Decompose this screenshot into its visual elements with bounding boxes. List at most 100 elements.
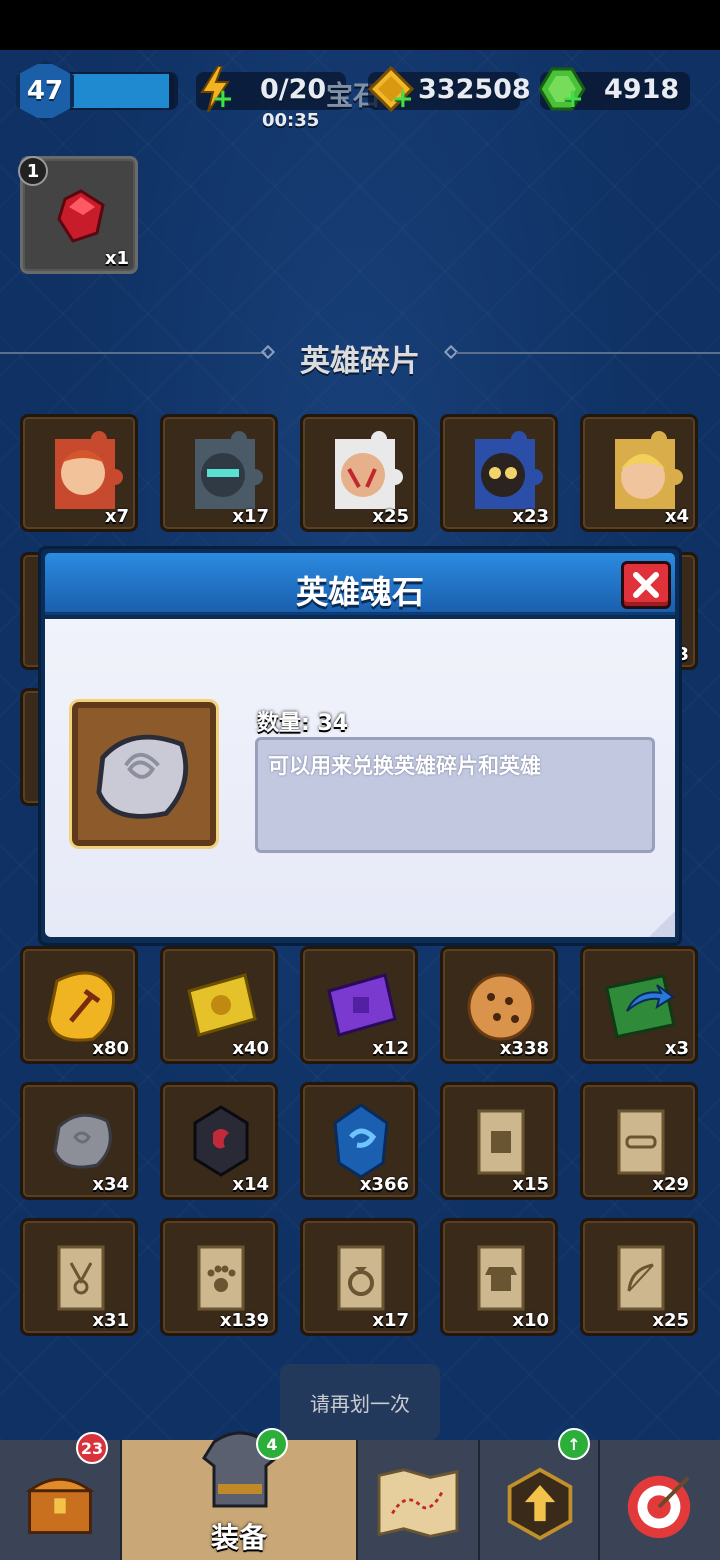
hero-shard-slot[interactable]: x17 [160, 414, 278, 532]
status-bar [0, 0, 720, 50]
hero-shard-warrior-icon [335, 431, 403, 509]
item-quantity: x80 [92, 1038, 129, 1059]
equipment-badge: 4 [256, 1428, 288, 1460]
material-slot[interactable]: x15 [440, 1082, 558, 1200]
material-slot[interactable]: x29 [580, 1082, 698, 1200]
hero-shard-elf-icon [615, 431, 683, 509]
scroll-paw-icon [197, 1245, 245, 1311]
item-quantity: x29 [652, 1174, 689, 1195]
item-quantity: x40 [232, 1038, 269, 1059]
section-title-hero-shards: 英雄碎片 [300, 344, 420, 379]
target-icon [627, 1475, 691, 1539]
dark-soulstone-icon [193, 1105, 249, 1177]
divider-right [456, 352, 720, 354]
hero-shard-slot[interactable]: x25 [300, 414, 418, 532]
material-slot[interactable]: x17 [300, 1218, 418, 1336]
close-button[interactable] [621, 561, 671, 609]
tab-equipment-label: 装备 [210, 1521, 267, 1554]
gold-amount: 332508 [418, 74, 531, 105]
energy-plus-icon[interactable]: + [212, 84, 234, 114]
hero-shard-slot[interactable]: x23 [440, 414, 558, 532]
item-preview-frame [69, 699, 219, 849]
material-slot[interactable]: x3 [580, 946, 698, 1064]
item-quantity: x15 [512, 1174, 549, 1195]
material-slot[interactable]: x366 [300, 1082, 418, 1200]
item-detail-dialog: 英雄魂石 数量: 34 可以用来兑换英雄碎片和英雄 [38, 546, 682, 946]
red-gem-icon [57, 189, 105, 243]
level-number: 47 [26, 76, 64, 106]
upgrade-badge-icon: ↑ [558, 1428, 590, 1460]
material-slot[interactable]: x31 [20, 1218, 138, 1336]
hero-shard-knight-icon [195, 431, 263, 509]
scroll-ring-icon [337, 1245, 385, 1311]
scroll-necklace-icon [57, 1245, 105, 1311]
material-slot[interactable]: x338 [440, 946, 558, 1064]
item-quantity: x4 [664, 506, 689, 527]
material-slot[interactable]: x12 [300, 946, 418, 1064]
blue-crystal-icon [333, 1103, 389, 1179]
toast-text: 请再划一次 [310, 1391, 410, 1416]
tab-challenge[interactable] [600, 1440, 720, 1560]
corner-fold [649, 911, 675, 937]
scroll-book-icon [477, 1109, 525, 1175]
upgrade-arrow-icon [507, 1467, 573, 1541]
hero-shard-slot[interactable]: x4 [580, 414, 698, 532]
scroll-belt-icon [617, 1109, 665, 1175]
item-quantity: x23 [512, 506, 549, 527]
gold-ticket-icon [187, 973, 257, 1037]
dialog-header: 英雄魂石 [45, 553, 675, 615]
tab-map[interactable] [358, 1440, 480, 1560]
dialog-title: 英雄魂石 [295, 573, 424, 611]
xp-bar [70, 74, 174, 108]
item-quantity: x25 [372, 506, 409, 527]
material-slot[interactable]: x40 [160, 946, 278, 1064]
item-quantity: x338 [499, 1038, 549, 1059]
hero-shard-red-icon [55, 431, 123, 509]
purple-ticket-icon [327, 973, 397, 1037]
item-quantity: x12 [372, 1038, 409, 1059]
scroll-bow-icon [617, 1245, 665, 1311]
tab-upgrade[interactable] [480, 1440, 600, 1560]
gold-plus-icon[interactable]: + [392, 84, 414, 114]
hero-soulstone-icon [96, 734, 189, 819]
gold-hammer-stone-icon [47, 971, 116, 1042]
cookie-icon [467, 973, 535, 1041]
item-quantity: x31 [92, 1310, 129, 1331]
toast-message: 请再划一次 [280, 1364, 440, 1440]
item-quantity: x3 [664, 1038, 689, 1059]
material-slot[interactable]: x25 [580, 1218, 698, 1336]
material-slot[interactable]: x14 [160, 1082, 278, 1200]
material-slot[interactable]: x80 [20, 946, 138, 1064]
material-slot[interactable]: x10 [440, 1218, 558, 1336]
gem-amount: 4918 [604, 74, 680, 105]
item-quantity: x14 [232, 1174, 269, 1195]
hero-shard-slot[interactable]: x7 [20, 414, 138, 532]
item-quantity: x7 [104, 506, 129, 527]
bottom-nav: 23 装备 4 ↑ [0, 1428, 720, 1560]
dialog-body: 数量: 34 可以用来兑换英雄碎片和英雄 [45, 619, 675, 937]
material-slot[interactable]: x34 [20, 1082, 138, 1200]
material-slot[interactable]: x139 [160, 1218, 278, 1336]
item-quantity: x17 [372, 1310, 409, 1331]
item-description: 可以用来兑换英雄碎片和英雄 [268, 754, 541, 778]
energy-count: 0/20 [260, 74, 327, 105]
quantity-label: 数量: 34 [257, 711, 349, 736]
description-box: 可以用来兑换英雄碎片和英雄 [255, 737, 655, 853]
item-quantity: x10 [512, 1310, 549, 1331]
item-quantity: x366 [359, 1174, 409, 1195]
item-quantity: x1 [104, 248, 129, 269]
item-quantity: x25 [652, 1310, 689, 1331]
item-quantity: x34 [92, 1174, 129, 1195]
item-quantity: x139 [219, 1310, 269, 1331]
reset-card-icon [604, 973, 676, 1039]
gem-plus-icon[interactable]: + [562, 84, 584, 114]
treasure-chest-icon [25, 1478, 95, 1534]
item-quantity: x17 [232, 506, 269, 527]
hero-shard-panda-icon [475, 431, 543, 509]
tab-equipment[interactable]: 装备 [122, 1431, 358, 1560]
scroll-armor-icon [477, 1245, 525, 1311]
chest-badge: 23 [76, 1432, 108, 1464]
hero-soulstone-icon [53, 1113, 112, 1169]
map-icon [377, 1468, 459, 1538]
energy-timer: 00:35 [262, 110, 320, 131]
